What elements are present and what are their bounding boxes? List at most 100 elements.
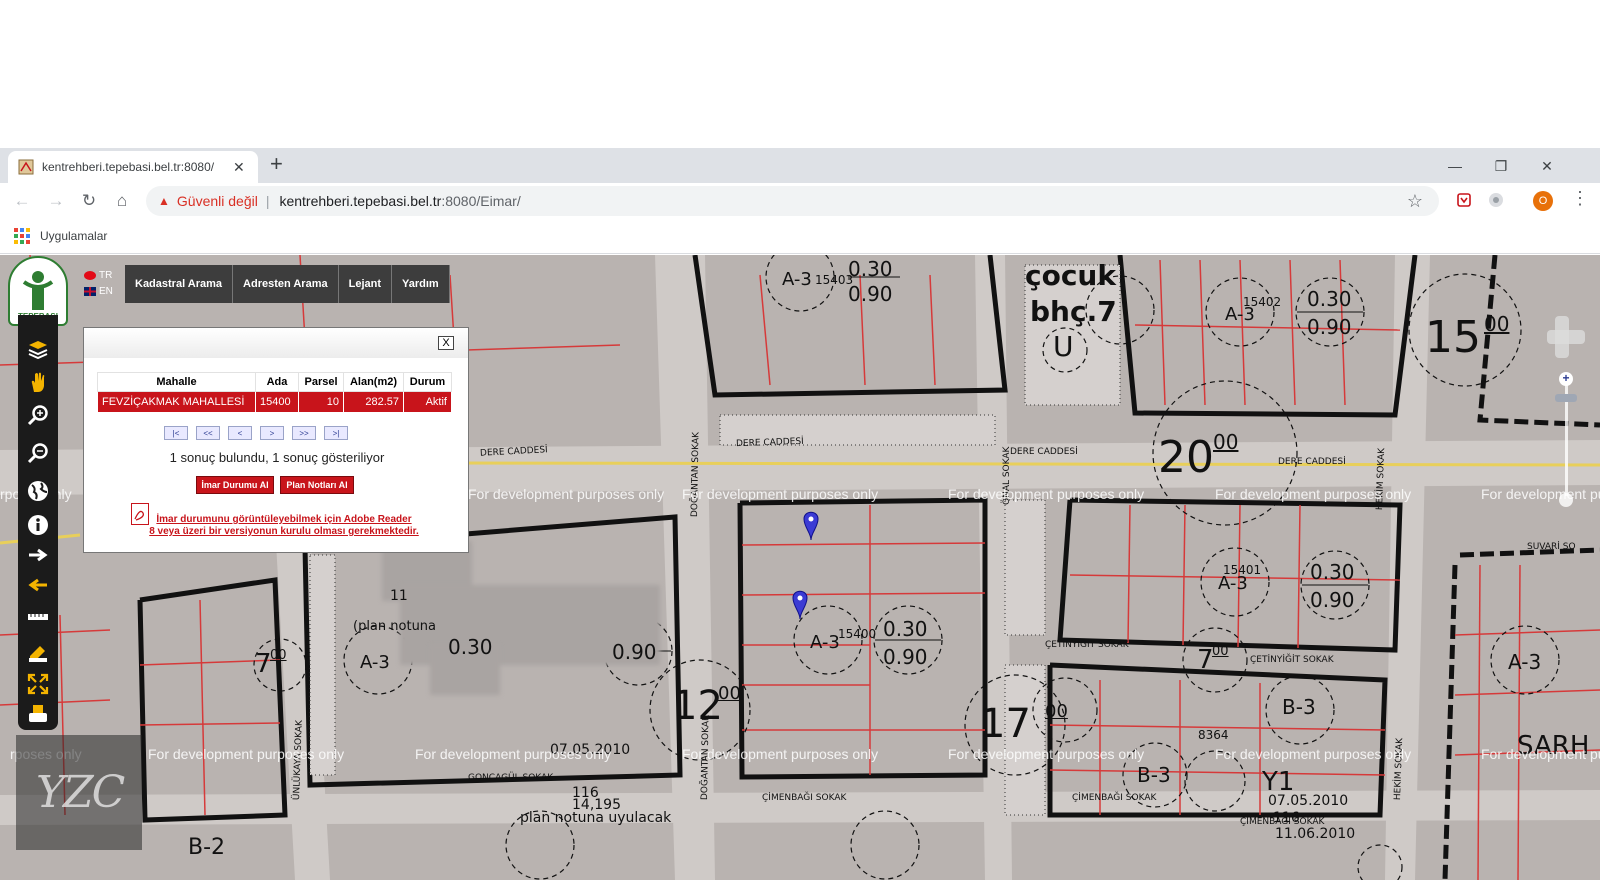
bookmark-star-icon[interactable]: ☆ [1407,191,1423,212]
url-path: :8080/Eimar/ [441,193,521,209]
adobe-reader-notice[interactable]: İmar durumunu görüntüleyebilmek için Ado… [134,514,434,538]
ada-number: 15400 [838,627,877,641]
bookmarks-bar: Uygulamalar [0,219,1600,254]
street-label: ÇİMENBAĞI SOKAK [762,793,847,803]
zoom-out-icon[interactable] [26,441,50,465]
street-label: ÇETİNYİĞİT SOKAK [1045,640,1129,650]
menu-adresten-arama[interactable]: Adresten Arama [233,265,339,303]
map-label: çocuk [1025,259,1116,292]
security-status[interactable]: Güvenli değil [177,193,258,209]
plan-date: 11.06.2010 [1275,826,1356,842]
address-bar[interactable]: ▲ Güvenli değil | kentrehberi.tepebasi.b… [146,186,1439,216]
globe-icon[interactable] [26,479,50,503]
density-ratio: 0.90 [1307,315,1352,339]
print-icon[interactable] [26,702,50,726]
notice-line-2: 8 veya üzeri bir versiyonun kurulu olmas… [149,526,419,537]
turkey-flag-icon [84,271,96,280]
zoning-number: 20 [1158,432,1214,483]
zoning-number: 15 [1425,312,1481,363]
forward-arrow-icon[interactable]: → [45,190,67,212]
map-favicon-icon [18,159,34,175]
reload-icon[interactable]: ↻ [78,190,100,212]
cell-alan: 282.57 [343,391,404,413]
zoning-code: A-3 [360,652,390,673]
tab-close-icon[interactable]: ✕ [233,159,245,176]
dev-watermark: For development purposes only [468,486,665,502]
arrow-right-icon[interactable] [26,543,50,567]
zoning-code: B-3 [1282,695,1316,719]
dev-watermark: For development purposes only [1215,486,1412,502]
layers-icon[interactable] [26,337,50,361]
notice-line-1: İmar durumunu görüntüleyebilmek için Ado… [156,514,412,525]
dev-watermark: For development purposes only [1215,746,1412,762]
street-label: DERE CADDESİ [1010,447,1078,457]
arrow-left-icon[interactable] [26,573,50,597]
dev-watermark: For development purposes only [948,486,1145,502]
maximize-button[interactable]: ❐ [1478,152,1524,180]
panel-header [84,328,468,358]
street-label: ÇİMENBAĞI SOKAK [1240,817,1325,827]
street-label: SUVARİ SO [1527,542,1576,552]
menu-kadastral-arama[interactable]: Kadastral Arama [125,265,234,303]
back-arrow-icon[interactable]: ← [11,190,33,212]
browser-tab[interactable]: kentrehberi.tepebasi.bel.tr:8080/ ✕ [8,151,258,183]
apps-grid-icon[interactable] [14,228,30,244]
minimize-button[interactable]: — [1432,152,1478,180]
first-page-button[interactable]: |< [164,426,188,440]
zoom-in-button[interactable]: + [1559,372,1573,386]
density-ratio: 0.90 [1310,588,1355,612]
new-tab-button[interactable]: + [270,153,283,175]
ada-number: 15403 [815,273,854,287]
menu-lejant[interactable]: Lejant [338,265,393,303]
ada-number: 15401 [1223,563,1262,577]
menu-yardim[interactable]: Yardım [392,265,450,303]
browser-menu-icon[interactable]: ⋮ [1571,188,1589,209]
measure-icon[interactable] [26,605,50,629]
street-label: ÇETİNYİĞİT SOKAK [1250,655,1334,665]
next-block-button[interactable]: >> [292,426,316,440]
language-tr-label: TR [99,270,113,281]
last-page-button[interactable]: >| [324,426,348,440]
fullscreen-icon[interactable] [26,672,50,696]
location-marker-icon [792,511,819,620]
plan-notlari-button[interactable]: Plan Notları Al [280,476,354,494]
map-label: U [1053,330,1074,363]
column-header: Mahalle [97,372,256,392]
imar-durumu-button[interactable]: İmar Durumu Al [196,476,274,494]
tab-title: kentrehberi.tepebasi.bel.tr:8080/ [42,160,215,174]
language-en[interactable]: EN [84,286,113,297]
table-row[interactable]: FEVZİÇAKMAK MAHALLESİ 15400 10 282.57 Ak… [97,391,452,413]
plan-note: (plan notuna [353,619,437,634]
url-host: kentrehberi.tepebasi.bel.tr [279,193,442,209]
result-table: Mahalle Ada Parsel Alan(m2) Durum FEVZİÇ… [97,372,452,413]
extension-shield-icon[interactable] [1452,188,1476,212]
street-label: ÇİMENBAĞI SOKAK [1072,793,1157,803]
zoning-code: B-3 [1137,763,1171,787]
draw-icon[interactable] [26,640,50,664]
plan-note: plan notuna uyulacak [520,810,672,826]
query-result-panel: X Mahalle Ada Parsel Alan(m2) Durum FEVZ… [83,327,469,553]
column-header: Parsel [298,372,344,392]
zoning-code: B-2 [188,835,226,860]
prev-block-button[interactable]: << [196,426,220,440]
plan-date: 07.05.2010 [1268,793,1349,809]
extension-disc-icon[interactable] [1484,188,1508,212]
dev-watermark: For development purposes only [682,746,879,762]
column-header: Alan(m2) [343,372,404,392]
profile-avatar[interactable]: O [1533,191,1553,211]
pagination: |< << < > >> >| [164,426,348,440]
zoning-code: A-3 [810,632,840,653]
info-icon[interactable] [26,513,50,537]
next-page-button[interactable]: > [260,426,284,440]
panel-close-button[interactable]: X [438,336,454,350]
close-window-button[interactable]: ✕ [1524,152,1570,180]
bookmark-apps[interactable]: Uygulamalar [40,229,107,243]
language-en-label: EN [99,286,113,297]
home-icon[interactable]: ⌂ [111,190,133,212]
pan-hand-icon[interactable] [26,370,50,394]
dev-watermark: For development purposes only [1481,746,1600,762]
zoom-in-icon[interactable] [26,403,50,427]
zoning-code: A-3 [1508,650,1542,674]
language-tr[interactable]: TR [84,270,112,281]
prev-page-button[interactable]: < [228,426,252,440]
